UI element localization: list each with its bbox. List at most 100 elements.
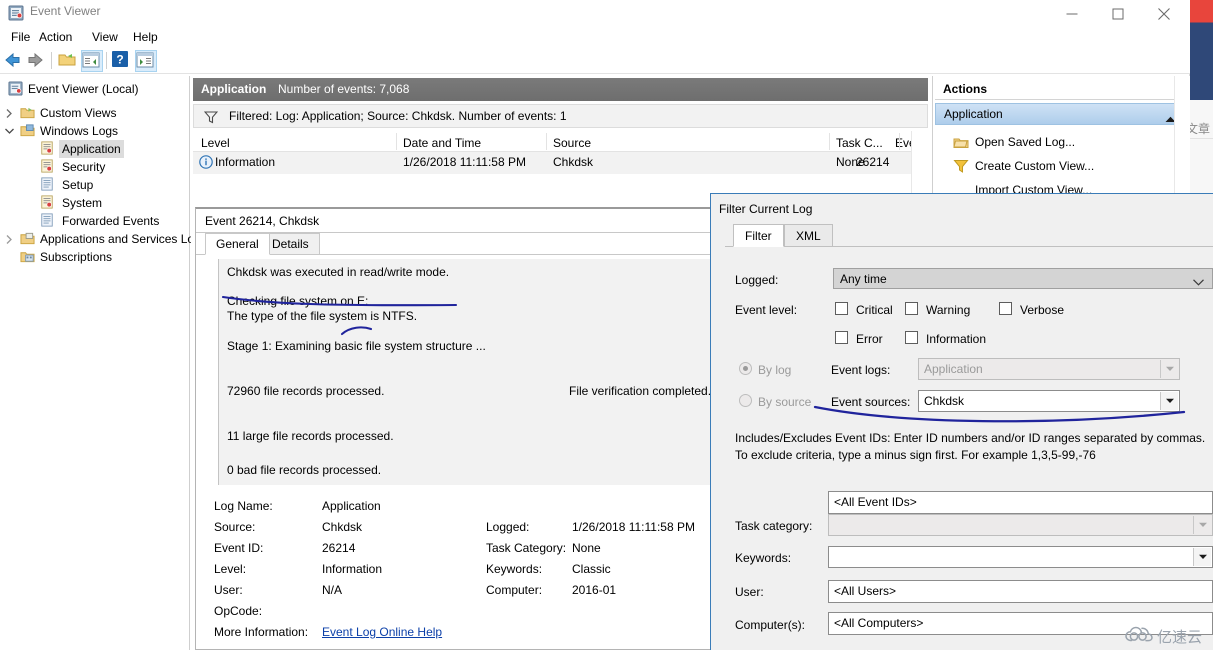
keywords-combobox[interactable] bbox=[828, 546, 1213, 568]
meta-label-source: Source: bbox=[214, 520, 256, 534]
windows-logs-folder-icon bbox=[20, 123, 35, 143]
event-list-scrollbar[interactable] bbox=[911, 131, 928, 198]
meta-label-level: Level: bbox=[214, 562, 247, 576]
tree-root-label: Event Viewer (Local) bbox=[28, 82, 139, 96]
tab-xml[interactable]: XML bbox=[784, 224, 833, 247]
radio-by-log[interactable] bbox=[739, 362, 752, 375]
plain-log-icon bbox=[40, 177, 54, 196]
filter-banner[interactable]: Filtered: Log: Application; Source: Chkd… bbox=[193, 104, 928, 128]
console-tree[interactable]: Event Viewer (Local) Custom Views Window… bbox=[0, 76, 194, 650]
checkbox-information[interactable] bbox=[905, 331, 918, 344]
cell-source: Chkdsk bbox=[553, 155, 594, 169]
event-sources-combobox[interactable]: Chkdsk bbox=[918, 390, 1180, 412]
sidebar-item-label: Setup bbox=[62, 178, 94, 192]
log-icon bbox=[40, 195, 54, 214]
funnel-icon bbox=[203, 110, 219, 127]
checkbox-verbose[interactable] bbox=[999, 302, 1012, 315]
sidebar-item-label: Security bbox=[62, 160, 106, 174]
label-logged: Logged: bbox=[735, 273, 779, 287]
column-header-level[interactable]: Level bbox=[201, 134, 230, 152]
chevron-down-icon[interactable] bbox=[1193, 548, 1211, 566]
actions-group-label: Application bbox=[944, 107, 1003, 121]
event-log-online-help-link[interactable]: Event Log Online Help bbox=[322, 625, 442, 639]
watermark-text: 亿速云 bbox=[1157, 629, 1203, 646]
column-divider[interactable] bbox=[829, 133, 830, 150]
table-row[interactable]: Information 1/26/2018 11:11:58 PM Chkdsk… bbox=[193, 152, 928, 174]
computers-value: <All Computers> bbox=[834, 616, 924, 630]
checkbox-error[interactable] bbox=[835, 331, 848, 344]
chevron-down-icon[interactable] bbox=[1160, 360, 1178, 378]
meta-value-level: Information bbox=[322, 562, 383, 576]
menu-file[interactable]: File bbox=[5, 27, 36, 47]
actions-group-application[interactable]: Application bbox=[935, 103, 1185, 125]
chevron-right-icon[interactable] bbox=[4, 104, 14, 122]
column-header-source[interactable]: Source bbox=[553, 134, 591, 152]
tab-general[interactable]: General bbox=[205, 233, 270, 255]
event-ids-input[interactable]: <All Event IDs> bbox=[828, 491, 1213, 514]
event-logs-value: Application bbox=[924, 362, 983, 376]
chevron-right-icon[interactable] bbox=[4, 230, 14, 248]
message-line: 11 large file records processed. bbox=[227, 429, 394, 443]
show-hide-tree-icon[interactable] bbox=[81, 50, 103, 72]
apps-services-folder-icon bbox=[20, 231, 35, 251]
column-header-task-category[interactable]: Task C... bbox=[836, 134, 883, 152]
menu-action[interactable]: Action bbox=[33, 27, 78, 47]
minimize-button[interactable] bbox=[1049, 0, 1095, 27]
column-divider[interactable] bbox=[899, 133, 900, 150]
action-open-saved-log[interactable]: Open Saved Log... bbox=[943, 131, 1075, 153]
back-icon[interactable] bbox=[2, 50, 24, 72]
event-logs-combobox[interactable]: Application bbox=[918, 358, 1180, 380]
event-viewer-icon bbox=[8, 81, 23, 101]
forward-icon[interactable] bbox=[26, 50, 48, 72]
log-icon bbox=[40, 141, 54, 160]
message-line-right: File verification completed. bbox=[569, 384, 712, 398]
filter-banner-text: Filtered: Log: Application; Source: Chkd… bbox=[229, 109, 567, 123]
chevron-down-icon[interactable] bbox=[1193, 516, 1211, 534]
watermark: 亿速云 bbox=[1125, 626, 1202, 647]
task-category-combobox[interactable] bbox=[828, 514, 1213, 536]
tab-filter[interactable]: Filter bbox=[733, 224, 784, 247]
column-header-date-time[interactable]: Date and Time bbox=[403, 134, 481, 152]
event-message-box[interactable]: Chkdsk was executed in read/write mode. … bbox=[218, 259, 713, 485]
cell-level: Information bbox=[215, 155, 276, 169]
cell-task-category: None bbox=[836, 155, 865, 169]
help-icon[interactable]: ? bbox=[111, 50, 133, 72]
logged-value: Any time bbox=[840, 272, 887, 286]
event-list-column-headers[interactable]: Level Date and Time Source Event ID Task… bbox=[193, 131, 928, 168]
cell-date-time: 1/26/2018 11:11:58 PM bbox=[403, 155, 526, 169]
meta-value-source: Chkdsk bbox=[322, 520, 363, 534]
close-button[interactable] bbox=[1141, 0, 1187, 27]
menu-help[interactable]: Help bbox=[127, 27, 164, 47]
maximize-button[interactable] bbox=[1095, 0, 1141, 27]
checkbox-warning[interactable] bbox=[905, 302, 918, 315]
meta-label-keywords: Keywords: bbox=[486, 562, 543, 576]
sidebar-item-label: Forwarded Events bbox=[62, 214, 160, 228]
label-critical: Critical bbox=[856, 303, 893, 317]
label-keywords: Keywords: bbox=[735, 551, 792, 565]
meta-value-keywords: Classic bbox=[572, 562, 611, 576]
column-divider[interactable] bbox=[396, 133, 397, 150]
chevron-down-icon[interactable] bbox=[4, 122, 14, 140]
actions-title: Actions bbox=[935, 79, 1185, 100]
event-ids-help-text: Includes/Excludes Event IDs: Enter ID nu… bbox=[735, 431, 1206, 462]
radio-by-source[interactable] bbox=[739, 394, 752, 407]
meta-value-task-category: None bbox=[572, 541, 601, 555]
chevron-down-icon[interactable] bbox=[1160, 392, 1178, 410]
event-detail-pane: Event 26214, Chkdsk General Details Chkd… bbox=[195, 207, 719, 650]
user-input[interactable]: <All Users> bbox=[828, 580, 1213, 603]
menu-view[interactable]: View bbox=[86, 27, 124, 47]
action-create-custom-view[interactable]: Create Custom View... bbox=[943, 155, 1094, 177]
logged-dropdown[interactable]: Any time bbox=[833, 268, 1213, 289]
checkbox-critical[interactable] bbox=[835, 302, 848, 315]
tab-details[interactable]: Details bbox=[261, 233, 320, 255]
open-folder-icon[interactable] bbox=[57, 50, 79, 72]
meta-value-event-id: 26214 bbox=[322, 541, 356, 555]
dialog-tab-underline bbox=[725, 246, 1213, 247]
label-event-sources: Event sources: bbox=[831, 395, 911, 409]
show-hide-actions-icon[interactable] bbox=[135, 50, 157, 72]
column-divider[interactable] bbox=[546, 133, 547, 150]
meta-label-more-information: More Information: bbox=[214, 625, 309, 639]
background-divider bbox=[1190, 138, 1213, 139]
message-line: The type of the file system is NTFS. bbox=[227, 309, 418, 323]
title-bar: Event Viewer bbox=[0, 0, 1190, 27]
